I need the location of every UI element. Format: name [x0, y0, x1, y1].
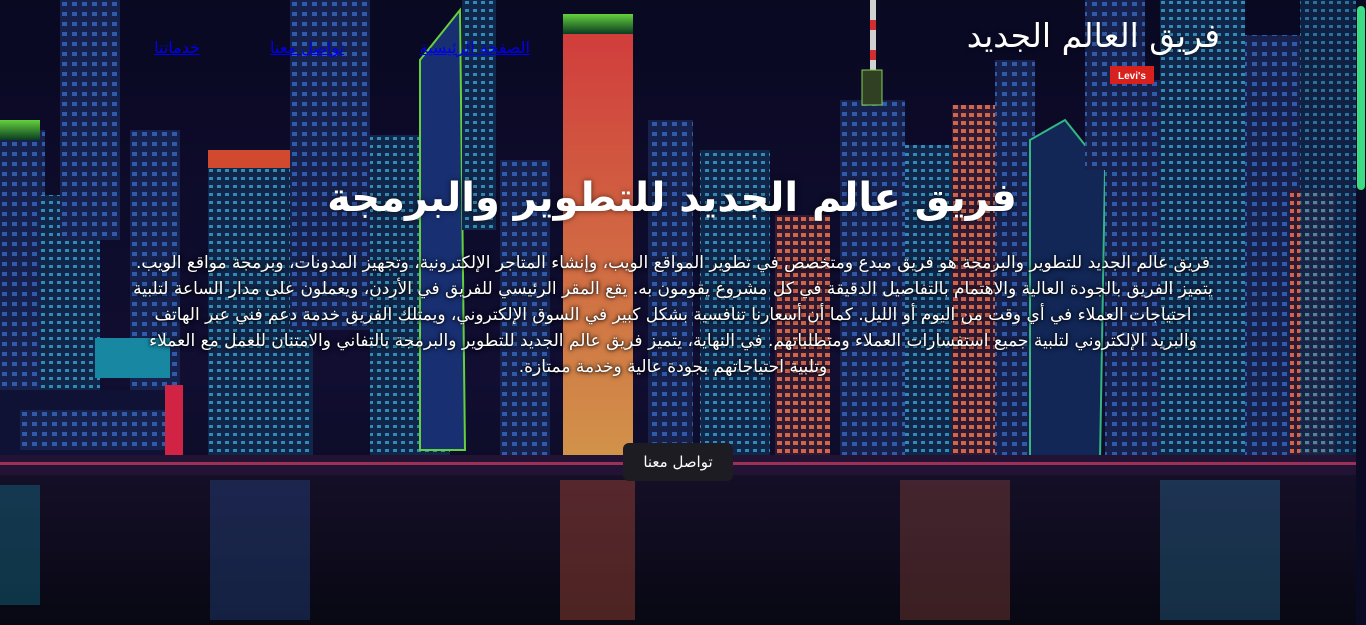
nav-link-contact[interactable]: تواصل معنا: [270, 38, 344, 57]
hero-title: فريق عالم الجديد للتطوير والبرمجة: [327, 175, 1017, 221]
page-scrollbar[interactable]: [1356, 0, 1366, 625]
top-navigation-bar: فريق العالم الجديد الصفحة الرئيسية تواصل…: [0, 0, 1356, 90]
contact-us-button[interactable]: تواصل معنا: [623, 443, 733, 481]
site-brand-title[interactable]: فريق العالم الجديد: [967, 16, 1220, 55]
scrollbar-thumb[interactable]: [1357, 6, 1365, 190]
hero-description: فريق عالم الجديد للتطوير والبرمجة هو فري…: [133, 253, 1213, 377]
nav-link-home[interactable]: الصفحة الرئيسية: [420, 38, 530, 57]
nav-link-services[interactable]: خدماتنا: [154, 38, 200, 57]
